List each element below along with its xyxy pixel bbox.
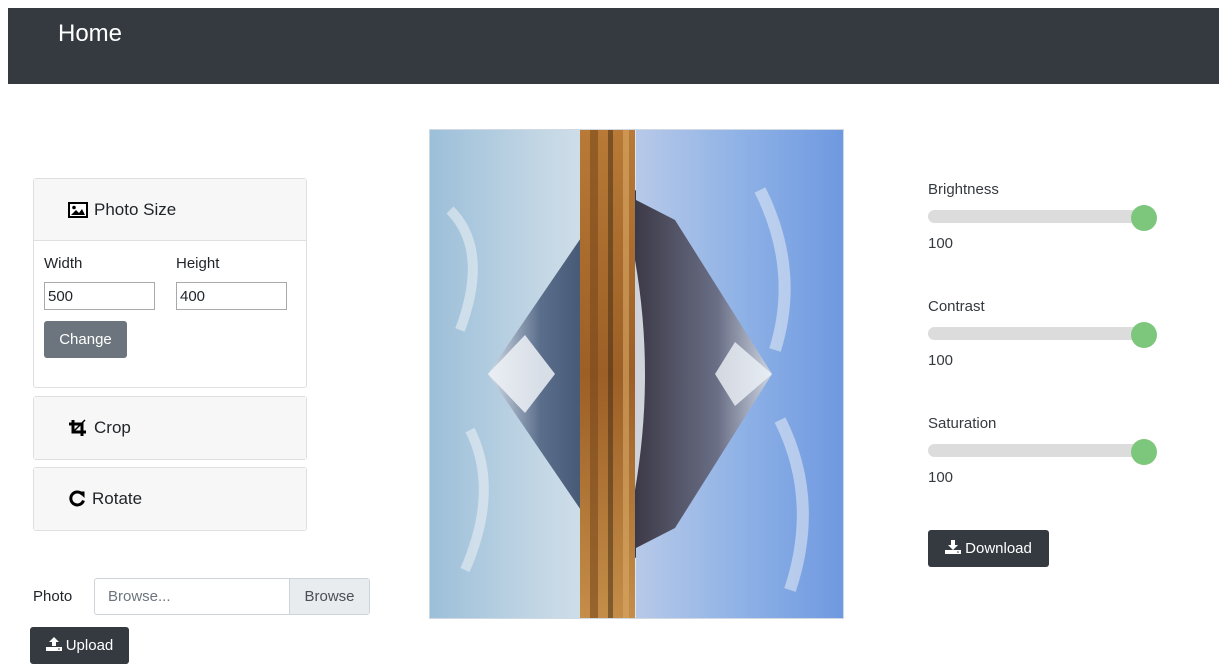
brightness-value: 100 (928, 235, 954, 252)
photo-label: Photo (33, 588, 73, 605)
browse-button[interactable]: Browse (289, 579, 369, 614)
saturation-slider[interactable] (928, 439, 1157, 465)
photo-file-input[interactable]: Browse... Browse (94, 578, 370, 615)
saturation-label: Saturation (928, 415, 997, 432)
download-button[interactable]: Download (928, 530, 1049, 567)
brightness-slider[interactable] (928, 205, 1157, 231)
photo-size-body: Width Height Change (34, 241, 306, 387)
contrast-label: Contrast (928, 298, 985, 315)
image-icon (68, 201, 88, 218)
photo-size-title: Photo Size (94, 199, 177, 219)
change-size-button[interactable]: Change (44, 321, 127, 358)
contrast-control: Contrast 100 (928, 298, 1157, 369)
upload-label: Upload (65, 637, 114, 654)
crop-title: Crop (94, 418, 131, 437)
width-label: Width (44, 255, 83, 272)
upload-button[interactable]: Upload (30, 627, 129, 664)
contrast-value: 100 (928, 352, 954, 369)
download-icon (945, 539, 962, 558)
photo-size-panel: Photo Size Width Height Change (33, 178, 307, 388)
photo-size-header[interactable]: Photo Size (34, 179, 306, 241)
rotate-header[interactable]: Rotate (34, 468, 306, 530)
photo-preview (429, 129, 844, 619)
crop-icon (68, 419, 88, 437)
crop-panel: Crop (33, 396, 307, 460)
height-label: Height (176, 255, 220, 272)
saturation-control: Saturation 100 (928, 415, 1157, 486)
top-navbar: Home (8, 8, 1219, 84)
contrast-slider-thumb[interactable] (1131, 322, 1157, 348)
nav-brand-home[interactable]: Home (58, 20, 122, 48)
brightness-label: Brightness (928, 181, 999, 198)
rotate-title: Rotate (92, 489, 143, 508)
upload-icon (45, 636, 62, 655)
width-input[interactable] (44, 282, 155, 310)
contrast-slider[interactable] (928, 322, 1157, 348)
brightness-control: Brightness 100 (928, 181, 1157, 252)
crop-header[interactable]: Crop (34, 397, 306, 459)
height-input[interactable] (176, 282, 287, 310)
saturation-slider-thumb[interactable] (1131, 439, 1157, 465)
download-label: Download (965, 540, 1032, 557)
saturation-value: 100 (928, 469, 954, 486)
rotate-panel: Rotate (33, 467, 307, 531)
file-placeholder[interactable]: Browse... (95, 579, 289, 614)
brightness-slider-thumb[interactable] (1131, 205, 1157, 231)
rotate-icon (68, 490, 86, 508)
